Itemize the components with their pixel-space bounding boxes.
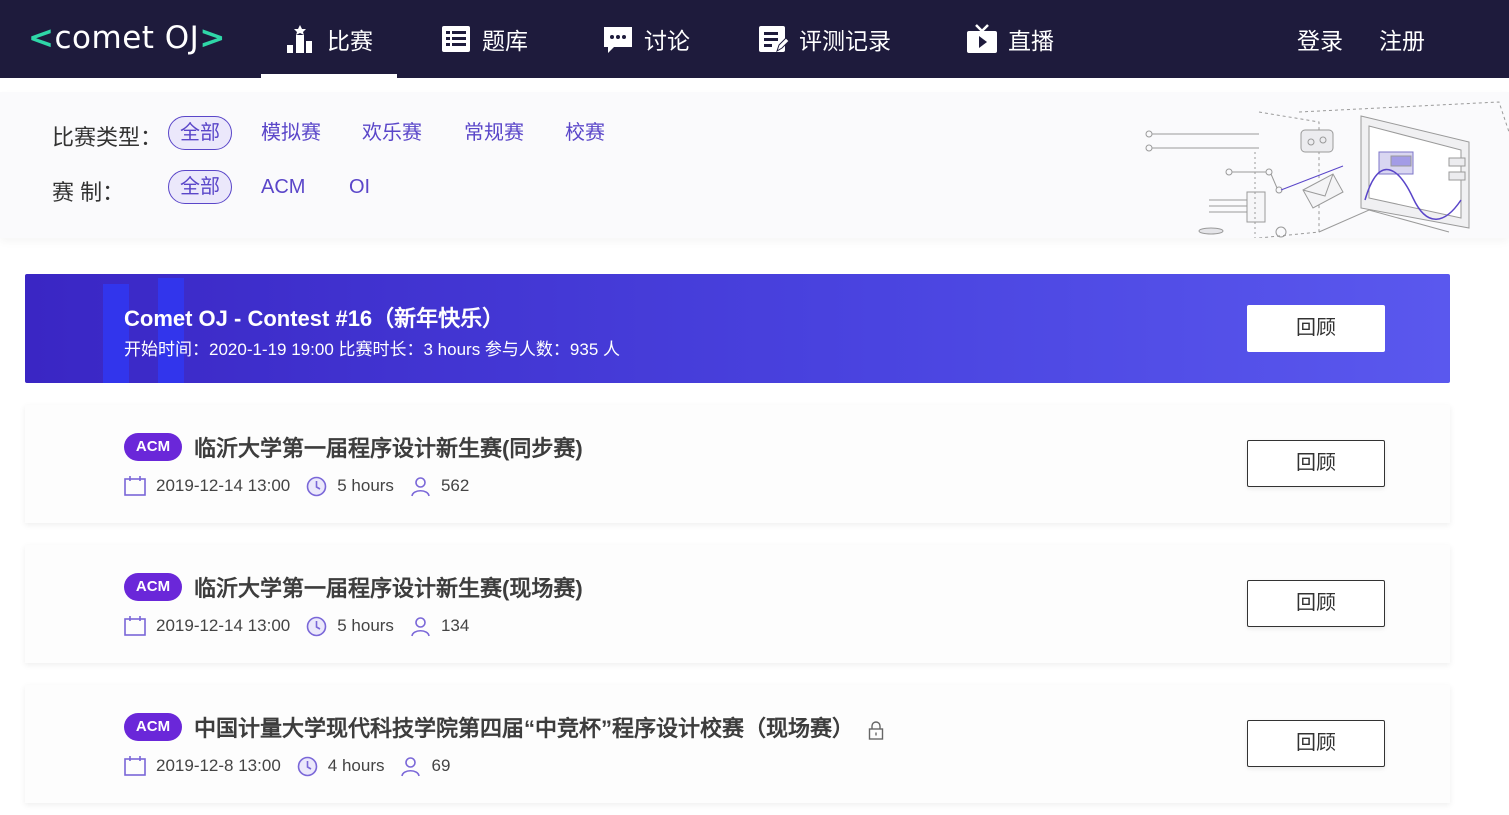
contest-duration: 4 hours bbox=[327, 756, 385, 775]
type-filter-regular[interactable]: 常规赛 bbox=[453, 117, 535, 151]
type-filter-mock[interactable]: 模拟赛 bbox=[250, 117, 332, 151]
featured-contest-card[interactable]: Comet OJ - Contest #16（新年快乐） 开始时间：2020-1… bbox=[25, 274, 1450, 383]
nav-item-submissions[interactable]: 评测记录 bbox=[757, 0, 891, 78]
top-nav: <comet OJ> 比赛 题库 讨论 评测记录 直播 登录 注册 bbox=[0, 0, 1509, 78]
nav-item-label: 直播 bbox=[1008, 28, 1054, 54]
nav-item-contests[interactable]: 比赛 bbox=[261, 0, 397, 78]
chat-icon bbox=[604, 27, 632, 53]
contest-participants: 134 bbox=[440, 616, 470, 635]
user-icon bbox=[401, 756, 421, 776]
decor-bar bbox=[103, 284, 129, 383]
featured-contest-title[interactable]: Comet OJ - Contest #16（新年快乐） bbox=[124, 301, 504, 333]
contest-meta: 2019-12-14 13:00 5 hours 562 bbox=[124, 475, 469, 497]
logo-bracket-left: < bbox=[28, 20, 55, 56]
contest-meta: 2019-12-8 13:00 4 hours 69 bbox=[124, 755, 450, 777]
nav-item-label: 比赛 bbox=[327, 28, 373, 54]
logo-text: comet OJ bbox=[54, 20, 200, 56]
ranking-icon bbox=[287, 25, 312, 53]
acm-badge: ACM bbox=[124, 713, 182, 741]
contest-format-label: 赛 制： bbox=[52, 180, 125, 205]
contest-participants: 69 bbox=[431, 756, 451, 775]
contest-title[interactable]: 临沂大学第一届程序设计新生赛(现场赛) bbox=[194, 571, 583, 603]
contest-duration: 5 hours bbox=[337, 476, 394, 495]
lock-icon bbox=[868, 721, 884, 740]
review-button[interactable]: 回顾 bbox=[1247, 440, 1385, 487]
list-icon bbox=[442, 26, 470, 52]
contest-date: 2019-12-14 13:00 bbox=[156, 476, 291, 495]
contest-title[interactable]: 临沂大学第一届程序设计新生赛(同步赛) bbox=[194, 431, 583, 463]
nav-item-discussion[interactable]: 讨论 bbox=[602, 0, 690, 78]
contest-title-text: 临沂大学第一届程序设计新生赛(同步赛) bbox=[194, 436, 583, 461]
contest-duration: 5 hours bbox=[337, 616, 394, 635]
format-filter-all[interactable]: 全部 bbox=[168, 170, 232, 204]
user-icon bbox=[411, 476, 430, 496]
register-link[interactable]: 注册 bbox=[1379, 0, 1425, 78]
acm-badge: ACM bbox=[124, 433, 182, 461]
contest-card[interactable]: ACM 中国计量大学现代科技学院第四届“中竞杯”程序设计校赛（现场赛） 2019… bbox=[25, 685, 1450, 803]
format-filter-acm[interactable]: ACM bbox=[250, 171, 316, 205]
nav-item-label: 题库 bbox=[482, 28, 528, 54]
contest-type-label: 比赛类型： bbox=[52, 125, 163, 150]
calendar-icon bbox=[124, 476, 146, 496]
contest-card[interactable]: ACM 临沂大学第一届程序设计新生赛(现场赛) 2019-12-14 13:00… bbox=[25, 545, 1450, 663]
logo-bracket-right: > bbox=[199, 20, 226, 56]
logo[interactable]: <comet OJ> bbox=[28, 20, 226, 56]
clock-icon bbox=[306, 616, 327, 636]
acm-badge: ACM bbox=[124, 573, 182, 601]
review-button[interactable]: 回顾 bbox=[1247, 580, 1385, 627]
contest-illustration bbox=[1145, 101, 1509, 238]
contest-title[interactable]: 中国计量大学现代科技学院第四届“中竞杯”程序设计校赛（现场赛） bbox=[194, 711, 884, 743]
type-filter-school[interactable]: 校赛 bbox=[554, 117, 616, 151]
featured-contest-meta: 开始时间：2020-1-19 19:00 比赛时长：3 hours 参与人数：9… bbox=[124, 340, 621, 359]
nav-item-problems[interactable]: 题库 bbox=[440, 0, 528, 78]
contest-title-text: 中国计量大学现代科技学院第四届“中竞杯”程序设计校赛（现场赛） bbox=[194, 716, 855, 741]
contest-title-text: 临沂大学第一届程序设计新生赛(现场赛) bbox=[194, 576, 583, 601]
nav-item-label: 评测记录 bbox=[799, 28, 891, 54]
type-filter-fun[interactable]: 欢乐赛 bbox=[351, 117, 433, 151]
featured-review-button[interactable]: 回顾 bbox=[1247, 305, 1385, 352]
calendar-icon bbox=[124, 616, 146, 636]
clock-icon bbox=[306, 476, 327, 496]
nav-item-live[interactable]: 直播 bbox=[966, 0, 1054, 78]
user-icon bbox=[411, 616, 430, 636]
tv-icon bbox=[967, 24, 997, 53]
login-link[interactable]: 登录 bbox=[1297, 0, 1343, 78]
contest-meta: 2019-12-14 13:00 5 hours 134 bbox=[124, 615, 469, 637]
contest-participants: 562 bbox=[440, 476, 470, 495]
contest-date: 2019-12-8 13:00 bbox=[156, 756, 281, 775]
nav-item-label: 讨论 bbox=[644, 28, 690, 54]
format-filter-oi[interactable]: OI bbox=[338, 171, 381, 205]
contest-date: 2019-12-14 13:00 bbox=[156, 616, 291, 635]
contest-card[interactable]: ACM 临沂大学第一届程序设计新生赛(同步赛) 2019-12-14 13:00… bbox=[25, 405, 1450, 523]
review-button[interactable]: 回顾 bbox=[1247, 720, 1385, 767]
clock-icon bbox=[297, 756, 318, 776]
edit-record-icon bbox=[759, 26, 789, 53]
type-filter-all[interactable]: 全部 bbox=[168, 116, 232, 150]
calendar-icon bbox=[124, 756, 146, 776]
